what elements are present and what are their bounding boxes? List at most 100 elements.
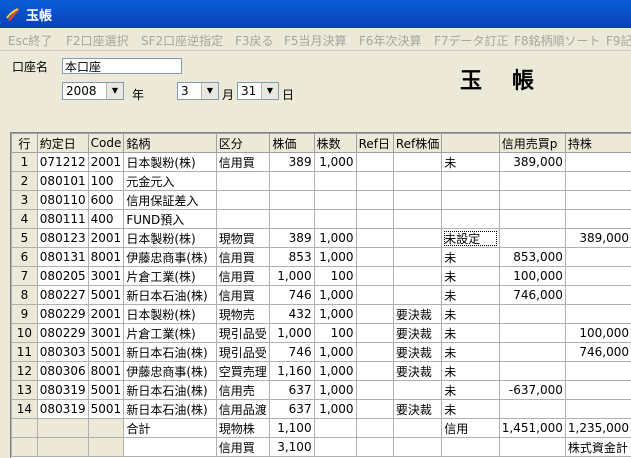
table-cell[interactable]	[442, 172, 499, 191]
table-cell[interactable]: 1	[12, 153, 38, 172]
table-cell[interactable]: 5001	[88, 286, 124, 305]
table-cell[interactable]: 日本製粉(株)	[124, 305, 216, 324]
table-cell[interactable]: 853	[270, 248, 314, 267]
table-cell[interactable]: 未	[442, 286, 499, 305]
table-cell[interactable]	[565, 267, 631, 286]
table-cell[interactable]: 071212	[37, 153, 88, 172]
table-cell[interactable]	[499, 210, 565, 229]
table-cell[interactable]: 080319	[37, 381, 88, 400]
table-cell[interactable]	[88, 419, 124, 438]
table-row[interactable]: 80802275001新日本石油(株)信用買7461,000未746,000	[12, 286, 631, 305]
table-cell[interactable]: 400	[88, 210, 124, 229]
table-cell[interactable]: 637	[270, 400, 314, 419]
menu-item[interactable]: F6年次決算	[359, 32, 422, 49]
table-cell[interactable]: 伊藤忠商事(株)	[124, 362, 216, 381]
table-row[interactable]: 2080101100元金元入	[12, 172, 631, 191]
table-cell[interactable]: 1,235,000	[565, 419, 631, 438]
table-cell[interactable]: 100	[314, 324, 356, 343]
table-cell[interactable]	[499, 324, 565, 343]
table-row[interactable]: 50801232001日本製粉(株)現物買3891,000未設定389,000	[12, 229, 631, 248]
table-cell[interactable]: 746	[270, 286, 314, 305]
chevron-down-icon[interactable]: ▼	[106, 83, 123, 99]
column-header[interactable]: 持株	[565, 134, 631, 153]
table-cell[interactable]	[356, 381, 393, 400]
table-cell[interactable]	[37, 438, 88, 457]
table-cell[interactable]: 5001	[88, 343, 124, 362]
table-cell[interactable]: 12	[12, 362, 38, 381]
table-cell[interactable]: 3	[12, 191, 38, 210]
table-cell[interactable]: 746,000	[499, 286, 565, 305]
table-cell[interactable]: 信用品渡	[216, 400, 270, 419]
table-row[interactable]: 130803195001新日本石油(株)信用売6371,000未-637,000	[12, 381, 631, 400]
table-cell[interactable]: 1,000	[314, 381, 356, 400]
table-cell[interactable]: 未	[442, 305, 499, 324]
table-cell[interactable]	[356, 400, 393, 419]
table-cell[interactable]: 11	[12, 343, 38, 362]
table-cell[interactable]	[442, 191, 499, 210]
table-cell[interactable]	[442, 438, 499, 457]
table-cell[interactable]	[356, 153, 393, 172]
table-cell[interactable]: 3001	[88, 267, 124, 286]
table-cell[interactable]	[565, 305, 631, 324]
table-cell[interactable]	[124, 438, 216, 457]
table-cell[interactable]: 1,000	[314, 305, 356, 324]
menu-item[interactable]: F5当月決算	[284, 32, 347, 49]
table-cell[interactable]: 新日本石油(株)	[124, 343, 216, 362]
table-cell[interactable]: 389	[270, 229, 314, 248]
table-row[interactable]: 70802053001片倉工業(株)信用買1,000100未100,000	[12, 267, 631, 286]
table-cell[interactable]: 空買売理	[216, 362, 270, 381]
table-cell[interactable]: 7	[12, 267, 38, 286]
table-cell[interactable]: 要決裁	[393, 305, 441, 324]
table-cell[interactable]	[270, 172, 314, 191]
menu-item[interactable]: Esc終了	[8, 32, 52, 49]
table-cell[interactable]: 1,000	[270, 267, 314, 286]
table-cell[interactable]	[356, 324, 393, 343]
table-cell[interactable]	[356, 172, 393, 191]
table-cell[interactable]: 株式資金計	[565, 438, 631, 457]
table-cell[interactable]	[356, 362, 393, 381]
table-cell[interactable]: 新日本石油(株)	[124, 286, 216, 305]
menu-item[interactable]: F3戻る	[235, 32, 274, 49]
menu-item[interactable]: F7データ訂正	[434, 32, 509, 49]
table-cell[interactable]: 1,000	[314, 229, 356, 248]
table-cell[interactable]	[565, 381, 631, 400]
table-cell[interactable]: 080205	[37, 267, 88, 286]
table-cell[interactable]: 8	[12, 286, 38, 305]
table-cell[interactable]	[565, 172, 631, 191]
table-cell[interactable]: 637	[270, 381, 314, 400]
table-cell[interactable]: 1,000	[314, 286, 356, 305]
table-cell[interactable]	[393, 229, 441, 248]
column-header[interactable]: 株数	[314, 134, 356, 153]
table-cell[interactable]	[499, 438, 565, 457]
table-cell[interactable]: 746,000	[565, 343, 631, 362]
summary-row[interactable]: 信用買3,100株式資金計	[12, 438, 631, 457]
table-cell[interactable]: 片倉工業(株)	[124, 267, 216, 286]
table-row[interactable]: 4080111400FUND預入	[12, 210, 631, 229]
table-cell[interactable]: 信用買	[216, 286, 270, 305]
table-row[interactable]: 90802292001日本製粉(株)現物売4321,000要決裁未	[12, 305, 631, 324]
table-cell[interactable]: 10	[12, 324, 38, 343]
column-header[interactable]: 区分	[216, 134, 270, 153]
table-cell[interactable]	[499, 343, 565, 362]
table-cell[interactable]: 14	[12, 400, 38, 419]
table-cell[interactable]	[356, 438, 393, 457]
table-cell[interactable]: 要決裁	[393, 343, 441, 362]
table-cell[interactable]: 4	[12, 210, 38, 229]
table-cell[interactable]	[314, 172, 356, 191]
table-cell[interactable]: 853,000	[499, 248, 565, 267]
table-cell[interactable]: 現物売	[216, 305, 270, 324]
table-cell[interactable]: 1,000	[314, 362, 356, 381]
column-header[interactable]: 株価	[270, 134, 314, 153]
table-cell[interactable]	[565, 191, 631, 210]
table-cell[interactable]: 現物株	[216, 419, 270, 438]
table-cell[interactable]: 未	[442, 400, 499, 419]
table-cell[interactable]: 080101	[37, 172, 88, 191]
table-cell[interactable]: 要決裁	[393, 362, 441, 381]
table-cell[interactable]: 080110	[37, 191, 88, 210]
table-cell[interactable]: 080303	[37, 343, 88, 362]
table-cell[interactable]: 現引品受	[216, 343, 270, 362]
table-cell[interactable]	[37, 419, 88, 438]
table-cell[interactable]: 1,000	[314, 343, 356, 362]
column-header[interactable]: Ref日	[356, 134, 393, 153]
table-cell[interactable]: 信用買	[216, 438, 270, 457]
